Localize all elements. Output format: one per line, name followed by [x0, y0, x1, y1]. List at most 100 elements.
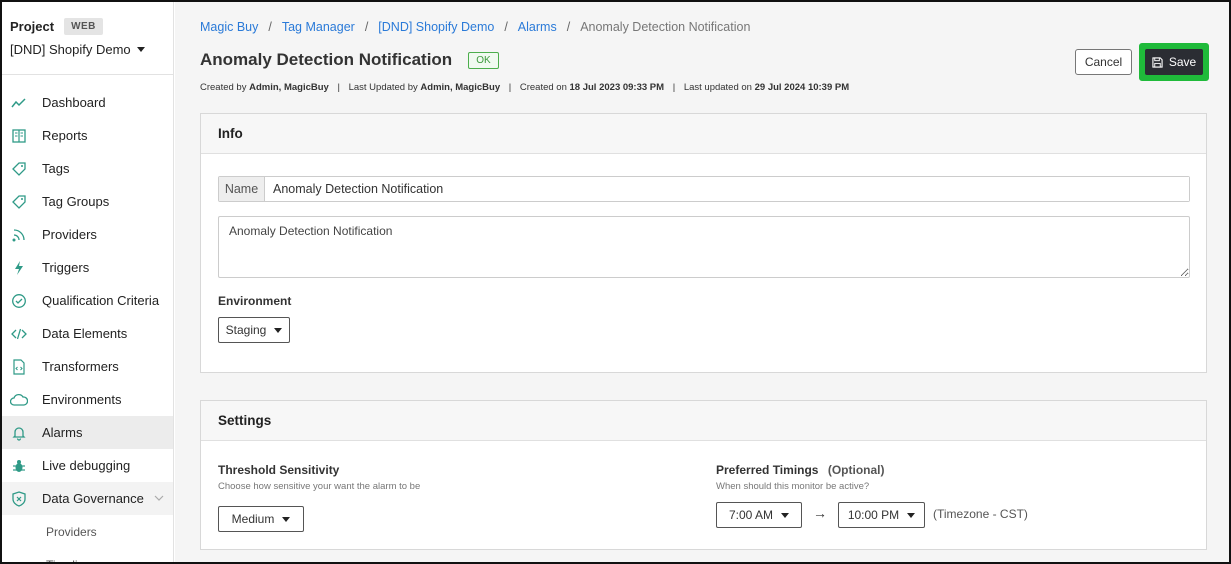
page-title: Anomaly Detection Notification	[200, 50, 453, 69]
sidebar-item-dashboard[interactable]: Dashboard	[2, 86, 173, 119]
save-button-highlight: Save	[1139, 43, 1209, 81]
optional-label: (Optional)	[827, 463, 885, 477]
save-button[interactable]: Save	[1145, 49, 1203, 75]
timings-label-row: Preferred Timings (Optional)	[716, 463, 884, 477]
book-icon	[10, 127, 28, 145]
breadcrumb: Magic Buy / Tag Manager / [DND] Shopify …	[200, 20, 750, 34]
audit-meta: Created by Admin, MagicBuy | Last Update…	[200, 82, 850, 93]
sidebar-item-data-elements[interactable]: Data Elements	[2, 317, 173, 350]
created-on-label: Created on	[519, 82, 567, 93]
breadcrumb-link[interactable]: Magic Buy	[200, 20, 258, 34]
sidebar-item-transformers[interactable]: Transformers	[2, 350, 173, 383]
threshold-dropdown[interactable]: Medium	[218, 506, 304, 532]
tag-group-icon	[10, 193, 28, 211]
sidebar-item-label: Environments	[42, 392, 122, 407]
caret-down-icon	[781, 512, 790, 518]
status-badge: OK	[468, 51, 499, 69]
sidebar-item-triggers[interactable]: Triggers	[2, 251, 173, 284]
sidebar-item-label: Reports	[42, 128, 88, 143]
sidebar-item-qualification-criteria[interactable]: Qualification Criteria	[2, 284, 173, 317]
updated-by-value: Admin, MagicBuy	[420, 82, 501, 93]
bug-icon	[10, 457, 28, 475]
chevron-down-icon	[154, 493, 164, 504]
sidebar-item-data-governance[interactable]: Data Governance	[2, 482, 173, 515]
sidebar-item-tags[interactable]: Tags	[2, 152, 173, 185]
sidebar-item-environments[interactable]: Environments	[2, 383, 173, 416]
tag-icon	[10, 160, 28, 178]
description-textarea[interactable]: Anomaly Detection Notification	[218, 216, 1190, 278]
start-time-dropdown[interactable]: 7:00 AM	[716, 502, 802, 528]
main-content: Magic Buy / Tag Manager / [DND] Shopify …	[175, 2, 1229, 562]
name-input[interactable]	[265, 177, 1189, 201]
threshold-hint: Choose how sensitive your want the alarm…	[218, 481, 421, 492]
floppy-disk-icon	[1152, 56, 1163, 68]
sidebar-item-tag-groups[interactable]: Tag Groups	[2, 185, 173, 218]
project-type-badge: WEB	[64, 18, 103, 35]
info-card: Info Name Anomaly Detection Notification…	[200, 113, 1207, 373]
settings-section-title: Settings	[201, 401, 1206, 441]
updated-on-value: 29 Jul 2024 10:39 PM	[754, 82, 850, 93]
start-time-value: 7:00 AM	[728, 508, 774, 522]
project-name: [DND] Shopify Demo	[10, 42, 131, 57]
breadcrumb-link[interactable]: [DND] Shopify Demo	[378, 20, 494, 34]
created-by-value: Admin, MagicBuy	[249, 82, 329, 93]
sidebar-item-label: Data Governance	[42, 491, 144, 506]
environment-dropdown[interactable]: Staging	[218, 317, 290, 343]
sidebar-subitem-timeline[interactable]: Timeline	[2, 548, 173, 563]
sidebar-item-alarms[interactable]: Alarms	[2, 416, 173, 449]
sidebar-item-label: Live debugging	[42, 458, 131, 473]
cancel-button[interactable]: Cancel	[1075, 49, 1132, 75]
breadcrumb-link[interactable]: Tag Manager	[282, 20, 355, 34]
title-row: Anomaly Detection Notification OK	[200, 50, 499, 70]
project-selector[interactable]: [DND] Shopify Demo	[10, 42, 145, 57]
lightning-icon	[10, 259, 28, 277]
breadcrumb-separator: /	[566, 20, 571, 34]
sidebar-item-label: Dashboard	[42, 95, 106, 110]
sidebar-item-label: Transformers	[42, 359, 119, 374]
file-code-icon	[10, 358, 28, 376]
chart-line-icon	[10, 94, 28, 112]
code-icon	[10, 325, 28, 343]
breadcrumb-separator: /	[364, 20, 369, 34]
divider	[2, 74, 173, 75]
sidebar-item-reports[interactable]: Reports	[2, 119, 173, 152]
check-circle-icon	[10, 292, 28, 310]
sidebar-item-label: Alarms	[42, 425, 83, 440]
sidebar-item-label: Providers	[42, 227, 97, 242]
sidebar-item-label: Qualification Criteria	[42, 293, 160, 308]
sidebar-item-providers[interactable]: Providers	[2, 218, 173, 251]
caret-down-icon	[282, 516, 291, 522]
info-section-title: Info	[201, 114, 1206, 154]
name-field-group: Name	[218, 176, 1190, 202]
project-label: Project	[10, 19, 55, 34]
sidebar-item-label: Data Elements	[42, 326, 128, 341]
sidebar-item-live-debugging[interactable]: Live debugging	[2, 449, 173, 482]
breadcrumb-link[interactable]: Alarms	[518, 20, 557, 34]
project-header: Project WEB	[10, 18, 103, 35]
sidebar-item-label: Tags	[42, 161, 70, 176]
shield-icon	[10, 490, 28, 508]
timings-hint: When should this monitor be active?	[716, 481, 870, 492]
arrow-right-icon: →	[813, 505, 827, 521]
breadcrumb-current: Anomaly Detection Notification	[580, 20, 751, 34]
end-time-dropdown[interactable]: 10:00 PM	[838, 502, 925, 528]
sidebar-subitem-providers[interactable]: Providers	[2, 515, 173, 548]
timings-label: Preferred Timings	[716, 463, 819, 477]
breadcrumb-separator: /	[504, 20, 508, 34]
updated-by-label: Last Updated by	[348, 82, 418, 93]
sidebar-item-label: Tag Groups	[42, 194, 110, 209]
created-by-label: Created by	[200, 82, 247, 93]
end-time-value: 10:00 PM	[847, 508, 900, 522]
settings-card: Settings Threshold Sensitivity Choose ho…	[200, 400, 1207, 550]
updated-on-label: Last updated on	[683, 82, 752, 93]
broadcast-icon	[10, 226, 28, 244]
sidebar: Project WEB [DND] Shopify Demo Dashboard…	[2, 2, 174, 562]
timezone-label: (Timezone - CST)	[933, 507, 1028, 521]
caret-down-icon	[274, 327, 283, 333]
bell-icon	[10, 424, 28, 442]
threshold-value: Medium	[231, 512, 275, 526]
sidebar-item-label: Triggers	[42, 260, 90, 275]
name-label: Name	[219, 177, 265, 201]
environment-label: Environment	[218, 294, 292, 308]
sidebar-nav: Dashboard Reports Tags Tag Groups Provid…	[2, 86, 173, 563]
